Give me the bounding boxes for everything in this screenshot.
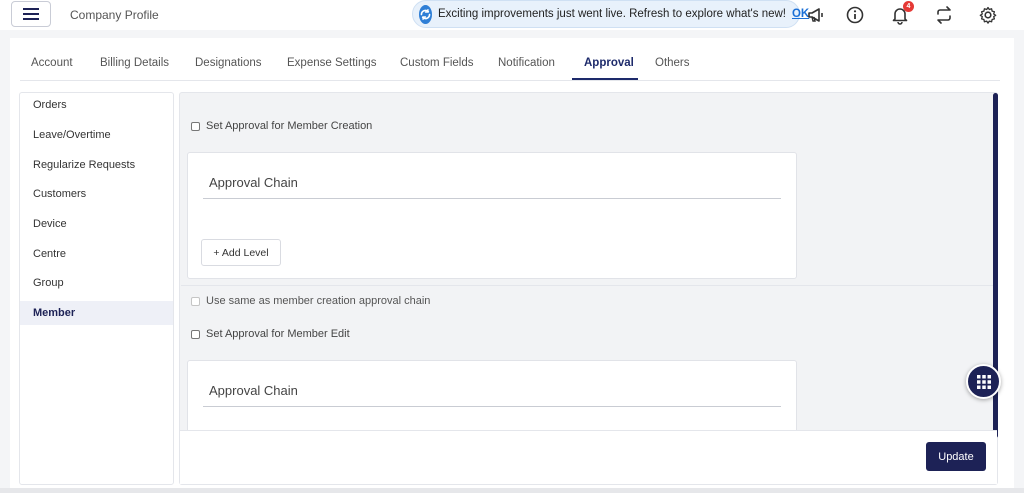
switch-icon[interactable] [933, 4, 955, 26]
add-level-button[interactable]: + Add Level [201, 239, 281, 266]
tab-approval[interactable]: Approval [584, 57, 634, 69]
same-chain-label: Use same as member creation approval cha… [206, 295, 431, 307]
approval-chain-card: Approval Chain + Add Level [187, 152, 797, 279]
member-creation-approval-label: Set Approval for Member Creation [206, 120, 373, 132]
member-creation-approval-checkbox[interactable] [191, 121, 200, 131]
tab-custom-fields[interactable]: Custom Fields [400, 57, 474, 69]
tab-account[interactable]: Account [31, 57, 73, 69]
announcement-banner: Exciting improvements just went live. Re… [412, 0, 809, 28]
menu-icon [23, 8, 39, 20]
same-chain-row: Use same as member creation approval cha… [191, 295, 430, 307]
announcement-text: Exciting improvements just went live. Re… [438, 8, 786, 20]
horizontal-scrollbar[interactable] [0, 488, 1024, 493]
sidebar-item-leave-overtime[interactable]: Leave/Overtime [20, 123, 173, 147]
member-edit-approval-label: Set Approval for Member Edit [206, 328, 350, 340]
megaphone-icon[interactable] [805, 4, 827, 26]
tab-expense-settings[interactable]: Expense Settings [287, 57, 377, 69]
member-edit-approval-row: Set Approval for Member Edit [191, 328, 350, 340]
sidebar-item-group[interactable]: Group [20, 271, 173, 295]
tab-notification[interactable]: Notification [498, 57, 555, 69]
notification-badge: 4 [903, 1, 914, 12]
approval-chain-divider-edit [203, 406, 781, 407]
tab-designations[interactable]: Designations [195, 57, 261, 69]
gear-icon[interactable] [977, 4, 999, 26]
sidebar-item-regularize-requests[interactable]: Regularize Requests [20, 153, 173, 177]
section-divider [181, 285, 997, 286]
bell-icon[interactable]: 4 [889, 1, 914, 26]
member-creation-approval-row: Set Approval for Member Creation [191, 120, 372, 132]
info-icon[interactable] [844, 4, 866, 26]
sync-icon [419, 4, 432, 24]
menu-button[interactable] [11, 1, 51, 27]
grid-icon [976, 374, 991, 389]
member-edit-approval-checkbox[interactable] [191, 329, 200, 339]
sidebar-item-member[interactable]: Member [20, 301, 173, 325]
action-footer [180, 430, 997, 484]
active-tab-indicator [572, 78, 638, 80]
sidebar-item-centre[interactable]: Centre [20, 242, 173, 266]
approval-sidebar: Orders Leave/Overtime Regularize Request… [19, 92, 174, 485]
tab-billing-details[interactable]: Billing Details [100, 57, 169, 69]
approval-chain-title: Approval Chain [209, 175, 298, 190]
sidebar-item-customers[interactable]: Customers [20, 182, 173, 206]
update-button[interactable]: Update [926, 442, 986, 471]
sidebar-item-device[interactable]: Device [20, 212, 173, 236]
approval-chain-divider [203, 198, 781, 199]
tab-others[interactable]: Others [655, 57, 690, 69]
page-title: Company Profile [70, 8, 159, 22]
top-bar: Company Profile Exciting improvements ju… [0, 0, 1024, 30]
same-chain-checkbox[interactable] [191, 296, 200, 306]
settings-tabs: Account Billing Details Designations Exp… [20, 48, 1000, 81]
apps-launcher-button[interactable] [966, 364, 1001, 399]
approval-chain-title-edit: Approval Chain [209, 383, 298, 398]
approval-settings-panel: Set Approval for Member Creation Approva… [179, 92, 998, 485]
sidebar-item-orders[interactable]: Orders [20, 93, 173, 117]
